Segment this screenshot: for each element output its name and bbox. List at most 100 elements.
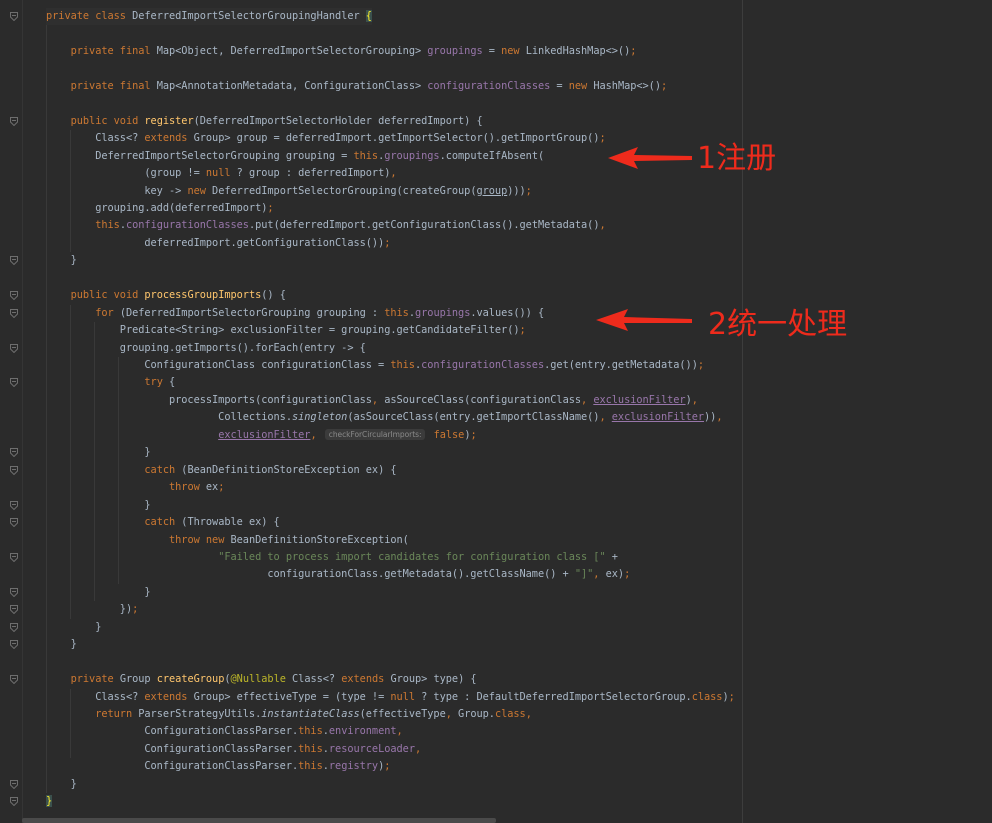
code-token: try xyxy=(144,376,169,389)
code-token: (asSourceClass(entry.getImportClassName(… xyxy=(347,411,600,424)
code-token: (effectiveType xyxy=(359,708,446,720)
code-line[interactable]: throw ex; xyxy=(46,479,224,496)
code-token: } xyxy=(46,638,77,651)
code-line[interactable]: Class<? extends Group> effectiveType = (… xyxy=(46,689,735,706)
code-token: .computeIfAbsent( xyxy=(439,149,545,162)
code-token: ; xyxy=(728,690,735,703)
code-token: }) xyxy=(46,603,133,616)
fold-marker-icon[interactable] xyxy=(10,448,18,458)
code-token: group xyxy=(476,184,508,197)
code-token: ))) xyxy=(507,184,526,197)
code-line[interactable]: catch (BeanDefinitionStoreException ex) … xyxy=(46,462,397,479)
code-line[interactable]: } xyxy=(46,252,77,269)
code-editor[interactable]: private class DeferredImportSelectorGrou… xyxy=(0,0,992,823)
code-line[interactable]: key -> new DeferredImportSelectorGroupin… xyxy=(46,183,532,200)
fold-marker-icon[interactable] xyxy=(10,256,18,266)
code-line[interactable]: public void processGroupImports() { xyxy=(46,287,286,304)
code-token: "]" xyxy=(574,568,594,581)
code-line[interactable]: Collections.singleton(asSourceClass(entr… xyxy=(46,409,722,426)
code-token: ? type : DefaultDeferredImportSelectorGr… xyxy=(421,690,692,703)
code-line[interactable]: for (DeferredImportSelectorGrouping grou… xyxy=(46,305,544,322)
code-line[interactable]: ConfigurationClassParser.this.registry); xyxy=(46,758,390,775)
code-line[interactable]: deferredImport.getConfigurationClass()); xyxy=(46,235,390,252)
code-line[interactable]: ConfigurationClassParser.this.resourceLo… xyxy=(46,741,421,758)
code-token: ConfigurationClass configurationClass = xyxy=(46,359,391,371)
code-token: new xyxy=(568,79,594,92)
code-line[interactable]: } xyxy=(46,793,52,810)
code-token: , xyxy=(599,219,606,232)
fold-marker-icon[interactable] xyxy=(10,587,18,597)
code-line[interactable]: } xyxy=(46,444,150,461)
code-line[interactable]: "Failed to process import candidates for… xyxy=(46,549,618,566)
code-line[interactable]: Predicate<String> exclusionFilter = grou… xyxy=(46,322,526,339)
code-token: , xyxy=(414,742,422,755)
code-line[interactable]: grouping.add(deferredImport); xyxy=(46,200,273,217)
code-token: @Nullable xyxy=(230,673,293,686)
fold-marker-icon[interactable] xyxy=(10,779,18,789)
code-token: ; xyxy=(218,481,225,494)
code-token: .values()) { xyxy=(470,306,545,319)
code-line[interactable]: return ParserStrategyUtils.instantiateCl… xyxy=(46,706,532,723)
code-line[interactable]: try { xyxy=(46,374,175,391)
code-line[interactable]: } xyxy=(46,636,77,653)
code-line[interactable]: ConfigurationClassParser.this.environmen… xyxy=(46,723,403,740)
parameter-hint: checkForCircularImports: xyxy=(324,428,426,440)
code-line[interactable]: } xyxy=(46,584,150,601)
code-line[interactable]: catch (Throwable ex) { xyxy=(46,514,279,531)
code-token: ; xyxy=(132,603,139,616)
fold-marker-icon[interactable] xyxy=(10,552,18,562)
fold-marker-icon[interactable] xyxy=(10,500,18,510)
code-line[interactable]: }); xyxy=(46,601,139,618)
code-line[interactable]: Class<? extends Group> group = deferredI… xyxy=(46,130,605,147)
code-token: ; xyxy=(630,44,637,57)
code-line[interactable]: DeferredImportSelectorGrouping grouping … xyxy=(46,148,544,165)
fold-marker-icon[interactable] xyxy=(10,343,18,353)
code-line[interactable]: private Group createGroup(@Nullable Clas… xyxy=(46,671,477,688)
fold-marker-icon[interactable] xyxy=(10,12,18,21)
fold-marker-icon[interactable] xyxy=(10,675,18,685)
fold-marker-icon[interactable] xyxy=(10,465,18,475)
code-token: ConfigurationClassParser. xyxy=(46,742,299,755)
code-line[interactable]: private final Map<AnnotationMetadata, Co… xyxy=(46,78,668,95)
code-line[interactable]: ConfigurationClass configurationClass = … xyxy=(46,357,704,374)
code-token: (BeanDefinitionStoreException ex) { xyxy=(181,463,397,476)
code-line[interactable]: exclusionFilter, checkForCircularImports… xyxy=(46,427,477,444)
fold-marker-icon[interactable] xyxy=(10,605,18,615)
code-token: throw new xyxy=(169,533,231,546)
fold-marker-icon[interactable] xyxy=(10,518,18,528)
code-line[interactable]: processImports(configurationClass, asSou… xyxy=(46,392,698,409)
code-line[interactable]: } xyxy=(46,619,101,636)
fold-marker-icon[interactable] xyxy=(10,640,18,650)
code-line[interactable]: throw new BeanDefinitionStoreException( xyxy=(46,532,409,549)
code-token: catch xyxy=(144,516,182,529)
code-token: ; xyxy=(384,236,391,249)
code-token: , xyxy=(396,725,403,738)
code-token: extends xyxy=(341,673,391,686)
code-token: ParserStrategyUtils. xyxy=(138,708,262,720)
fold-marker-icon[interactable] xyxy=(10,291,18,301)
code-token: DeferredImportSelectorGrouping grouping … xyxy=(46,149,354,162)
fold-marker-icon[interactable] xyxy=(10,797,18,807)
code-token: createGroup xyxy=(156,673,225,686)
code-line[interactable]: private final Map<Object, DeferredImport… xyxy=(46,43,637,60)
annotation-note-process: 2统一处理 xyxy=(708,307,848,342)
fold-marker-icon[interactable] xyxy=(10,116,18,126)
code-token: groupings xyxy=(384,149,440,162)
fold-marker-icon[interactable] xyxy=(10,308,18,318)
code-line[interactable]: } xyxy=(46,776,77,793)
code-line[interactable]: } xyxy=(46,497,150,514)
code-line[interactable]: (group != null ? group : deferredImport)… xyxy=(46,165,396,182)
code-token: public void xyxy=(70,114,145,127)
code-token: private final xyxy=(70,44,157,57)
code-token: HashMap<>() xyxy=(593,79,661,92)
code-line[interactable]: configurationClass.getMetadata().getClas… xyxy=(46,566,630,583)
fold-marker-icon[interactable] xyxy=(10,378,18,388)
horizontal-scrollbar[interactable] xyxy=(22,818,496,823)
code-line[interactable]: private class DeferredImportSelectorGrou… xyxy=(46,8,372,25)
code-line[interactable]: public void register(DeferredImportSelec… xyxy=(46,113,483,130)
code-line[interactable]: this.configurationClasses.put(deferredIm… xyxy=(46,217,606,234)
fold-marker-icon[interactable] xyxy=(10,622,18,632)
